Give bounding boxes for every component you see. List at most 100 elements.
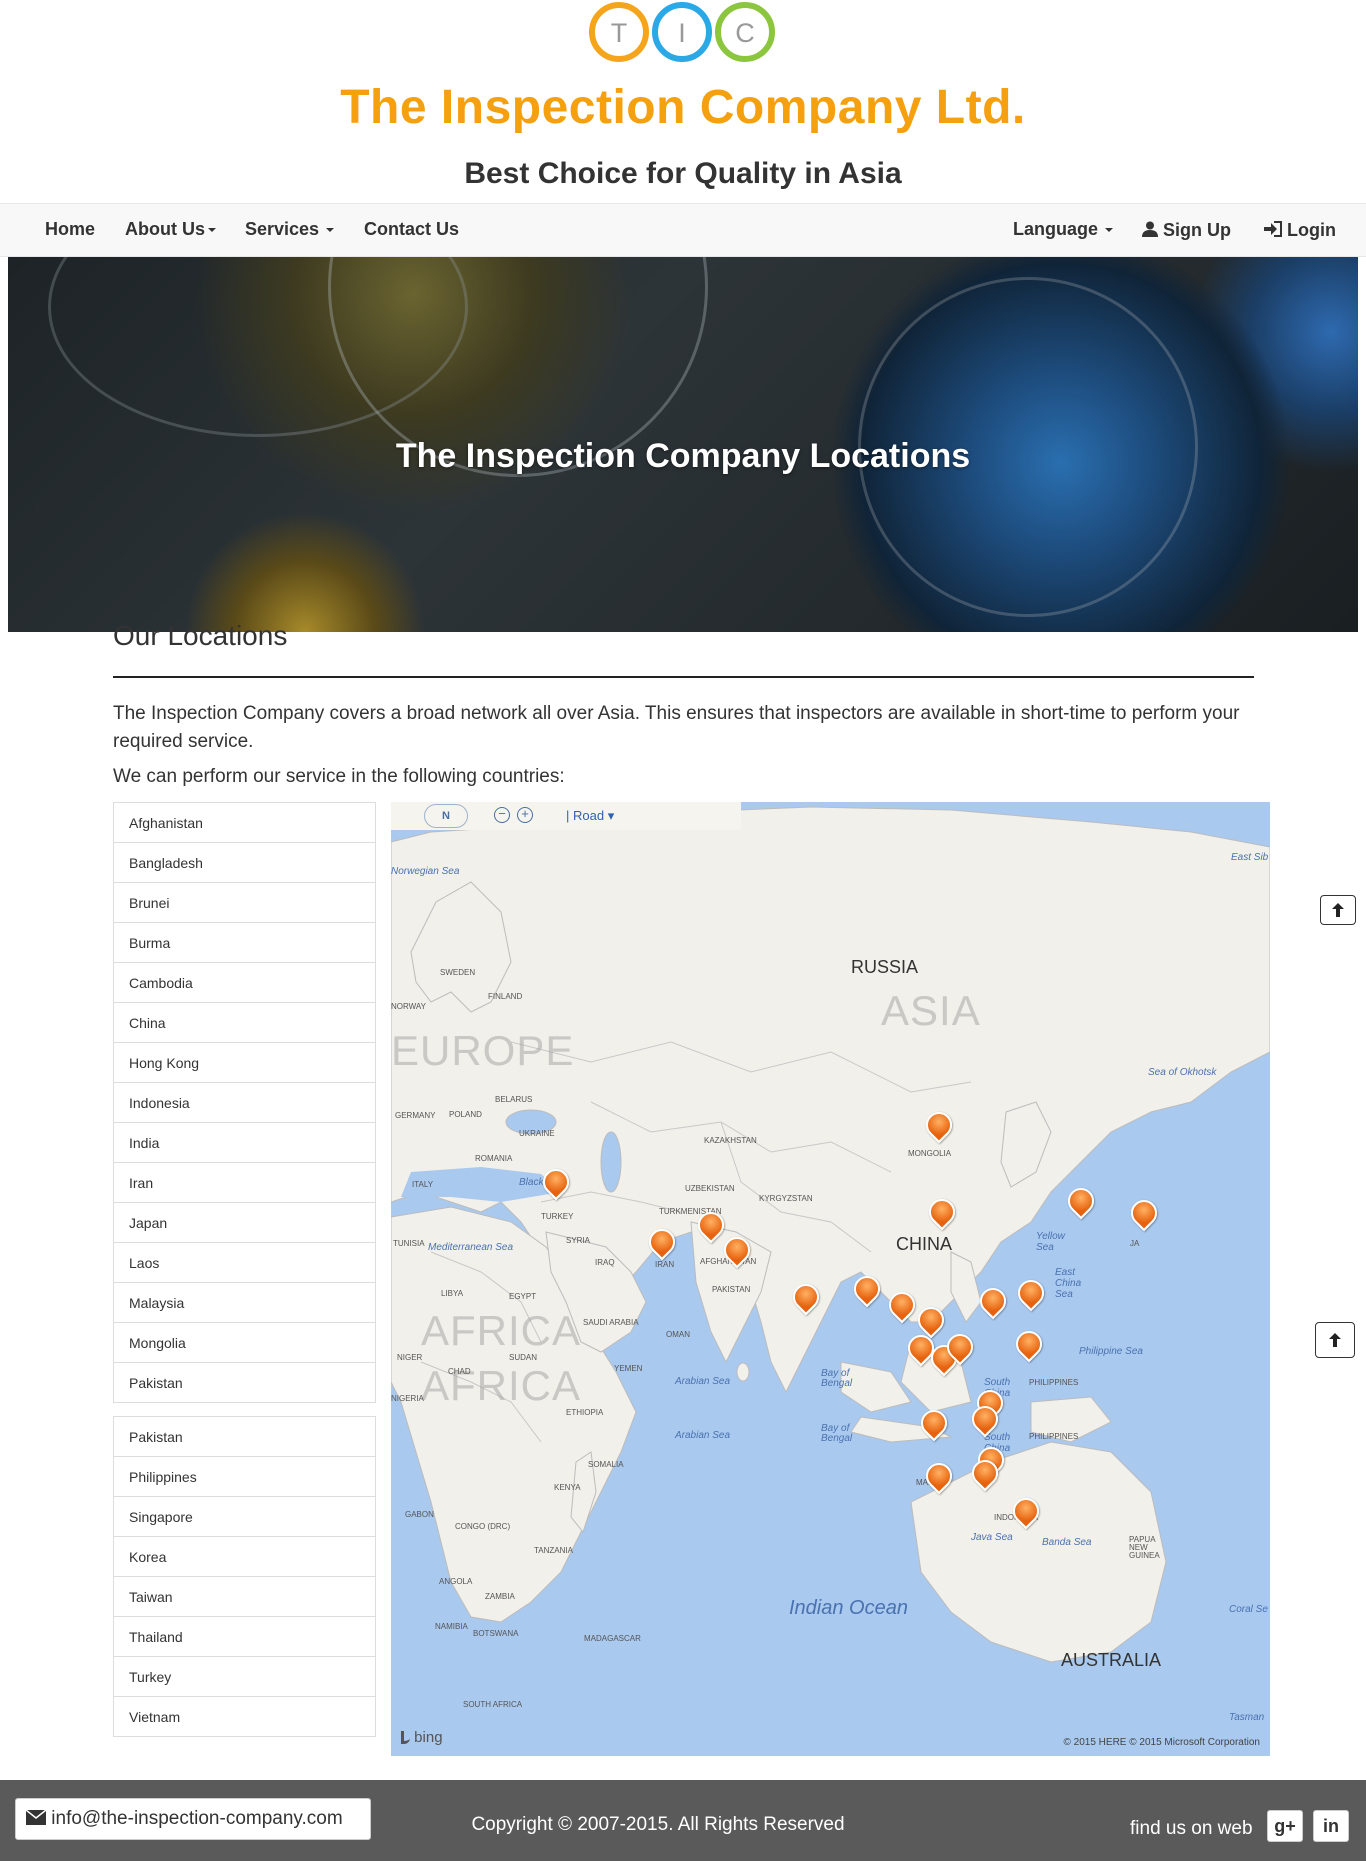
map-label-indian-ocean: Indian Ocean <box>789 1597 908 1619</box>
location-pin-afghanistan[interactable] <box>692 1206 730 1246</box>
map-label-gabon: GABON <box>405 1510 434 1519</box>
logo-letter-c: C <box>735 18 755 48</box>
map-label-east-siberian-sea: East Sib <box>1231 852 1269 863</box>
map-pin-icon <box>643 1223 681 1261</box>
locations-map[interactable]: N − + | Road ▾ ASIA EUROPE AFRICA AFRICA… <box>391 802 1270 1756</box>
map-label-tunisia: TUNISIA <box>393 1239 425 1248</box>
company-name: The Inspection Company Ltd. <box>340 81 1026 134</box>
location-pin-korea[interactable] <box>1062 1182 1100 1222</box>
map-label-arabian-sea-2: Arabian Sea <box>675 1430 731 1441</box>
country-list-item[interactable]: Turkey <box>113 1656 376 1697</box>
country-list-item[interactable]: Taiwan <box>113 1576 376 1617</box>
map-pin-icon <box>974 1282 1012 1320</box>
map-label-mongolia: MONGOLIA <box>908 1149 952 1158</box>
arrow-up-icon <box>1329 1333 1341 1347</box>
nav-language-dropdown[interactable]: Language <box>1013 219 1114 240</box>
location-pin-iran[interactable] <box>643 1223 681 1263</box>
map-label-africa: AFRICA <box>421 1307 582 1354</box>
map-style-dropdown[interactable]: | Road ▾ <box>566 808 614 824</box>
location-pin-hong-kong[interactable] <box>974 1282 1012 1322</box>
location-pin-philippines[interactable] <box>1010 1325 1048 1365</box>
page-footer: info@the-inspection-company.com Copyrigh… <box>0 1780 1366 1861</box>
compass-icon[interactable]: N <box>424 804 468 828</box>
location-pin-indonesia[interactable] <box>1007 1492 1045 1532</box>
location-pin-pakistan[interactable] <box>718 1231 756 1271</box>
hero-title: The Inspection Company Locations <box>395 437 971 475</box>
nav-about-label: About Us <box>125 219 205 239</box>
map-pin-icon <box>920 1106 958 1144</box>
country-list-item[interactable]: Afghanistan <box>113 802 376 843</box>
caret-down-icon <box>326 228 335 233</box>
country-list-item[interactable]: Hong Kong <box>113 1042 376 1083</box>
country-list-item[interactable]: Pakistan <box>113 1416 376 1457</box>
map-pin-icon <box>718 1231 756 1269</box>
country-list-item[interactable]: Cambodia <box>113 962 376 1003</box>
country-list-item[interactable]: Iran <box>113 1162 376 1203</box>
country-list-item[interactable]: Korea <box>113 1536 376 1577</box>
country-list-item[interactable]: Mongolia <box>113 1322 376 1363</box>
nav-home[interactable]: Home <box>45 219 95 240</box>
country-list-item[interactable]: India <box>113 1122 376 1163</box>
bing-logo[interactable]: bing <box>401 1729 443 1746</box>
zoom-in-button[interactable]: + <box>517 807 533 823</box>
map-label-pakistan: PAKISTAN <box>712 1285 751 1294</box>
location-pin-malaysia[interactable] <box>915 1404 953 1444</box>
nav-about-dropdown[interactable]: About Us <box>125 219 216 240</box>
nav-services-dropdown[interactable]: Services <box>245 219 335 240</box>
country-list-item[interactable]: Indonesia <box>113 1082 376 1123</box>
location-pin-india[interactable] <box>787 1278 825 1318</box>
scroll-to-top-button-2[interactable] <box>1315 1322 1355 1358</box>
caret-down-icon <box>208 228 216 233</box>
location-pin-kalimantan[interactable] <box>966 1454 1004 1494</box>
map-label-saudi-arabia: SAUDI ARABIA <box>583 1318 639 1327</box>
country-list-item[interactable]: China <box>113 1002 376 1043</box>
country-list-item[interactable]: Japan <box>113 1202 376 1243</box>
map-copyright: © 2015 HERE © 2015 Microsoft Corporation <box>1063 1737 1261 1748</box>
map-toolbar: N − + | Road ▾ <box>391 802 741 830</box>
location-pin-singapore[interactable] <box>920 1457 958 1497</box>
country-list-item[interactable]: Pakistan <box>113 1362 376 1403</box>
location-pin-vietnam[interactable] <box>941 1328 979 1368</box>
logo-ring-i: I <box>652 2 712 62</box>
zoom-out-button[interactable]: − <box>494 807 510 823</box>
location-pin-turkey[interactable] <box>537 1163 575 1203</box>
country-list-item[interactable]: Brunei <box>113 882 376 923</box>
map-label-congo: CONGO (DRC) <box>455 1522 511 1531</box>
location-pin-japan[interactable] <box>1125 1194 1163 1234</box>
google-plus-icon[interactable]: g+ <box>1267 1810 1303 1842</box>
location-pin-taiwan[interactable] <box>1012 1274 1050 1314</box>
location-pin-burma[interactable] <box>883 1286 921 1326</box>
location-pin-brunei-2[interactable] <box>966 1400 1004 1440</box>
nav-contact[interactable]: Contact Us <box>364 219 459 240</box>
company-logo[interactable]: T I C <box>589 2 779 62</box>
map-pin-icon <box>537 1163 575 1201</box>
scroll-to-top-button[interactable] <box>1320 895 1356 925</box>
country-list-item[interactable]: Thailand <box>113 1616 376 1657</box>
location-pin-china[interactable] <box>923 1193 961 1233</box>
map-pin-icon <box>1125 1194 1163 1232</box>
map-label-syria: SYRIA <box>566 1236 591 1245</box>
country-list-item[interactable]: Singapore <box>113 1496 376 1537</box>
country-list-item[interactable]: Bangladesh <box>113 842 376 883</box>
map-label-niger: NIGER <box>397 1353 423 1362</box>
nav-login[interactable]: Login <box>1264 220 1336 241</box>
map-label-java-sea: Java Sea <box>971 1532 1013 1543</box>
nav-signup[interactable]: Sign Up <box>1142 220 1231 241</box>
country-list-item[interactable]: Philippines <box>113 1456 376 1497</box>
user-icon <box>1142 221 1158 237</box>
nav-login-label: Login <box>1287 220 1336 240</box>
location-pin-mongolia[interactable] <box>920 1106 958 1146</box>
location-pin-bangladesh[interactable] <box>848 1270 886 1310</box>
map-label-nigeria: NIGERIA <box>391 1394 424 1403</box>
country-list-item[interactable]: Burma <box>113 922 376 963</box>
map-pin-icon <box>848 1270 886 1308</box>
map-label-egypt: EGYPT <box>509 1292 537 1301</box>
map-label-poland: POLAND <box>449 1110 482 1119</box>
country-list-item[interactable]: Malaysia <box>113 1282 376 1323</box>
country-list-item[interactable]: Laos <box>113 1242 376 1283</box>
map-label-kyrgyzstan: KYRGYZSTAN <box>759 1194 813 1203</box>
logo-ring-c: C <box>715 2 775 62</box>
country-list-item[interactable]: Vietnam <box>113 1696 376 1737</box>
logo-letter-t: T <box>610 18 628 48</box>
linkedin-icon[interactable]: in <box>1313 1810 1349 1842</box>
